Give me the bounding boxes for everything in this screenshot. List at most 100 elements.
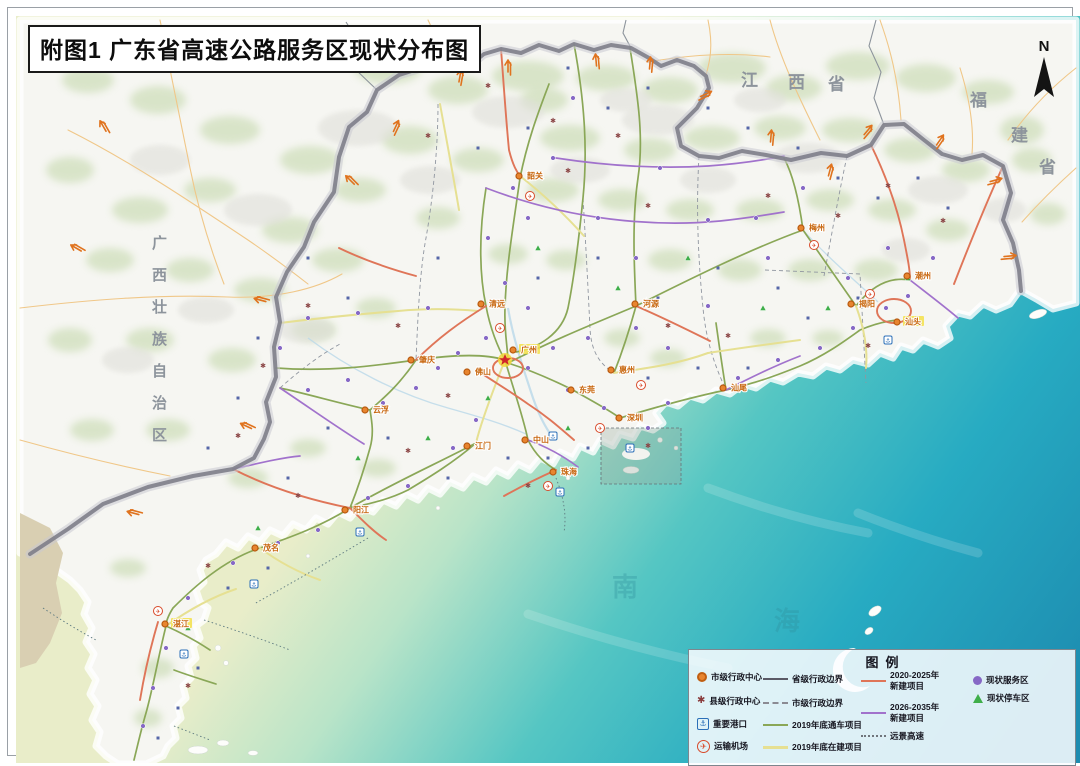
svg-text:东莞: 东莞 bbox=[579, 385, 595, 395]
svg-text:汕尾: 汕尾 bbox=[731, 383, 747, 393]
legend-title: 图例 bbox=[689, 652, 1075, 671]
svg-text:⚓: ⚓ bbox=[557, 490, 562, 497]
svg-text:区: 区 bbox=[152, 427, 167, 444]
svg-text:✱: ✱ bbox=[565, 167, 571, 175]
parking-area-icon bbox=[973, 694, 983, 703]
svg-text:✱: ✱ bbox=[645, 202, 651, 210]
legend-item-new-2020-2025: 2020-2025年 新建项目 bbox=[861, 670, 939, 692]
svg-text:海: 海 bbox=[774, 606, 800, 636]
map-frame: ✱✱✱✱✱✱✱✱✱✱✱✱✱✱✱✱✱✱✱✱✱✱✱✱✈✈✈✈✈✈✈✈⚓⚓⚓⚓⚓⚓⚓广… bbox=[7, 7, 1073, 756]
svg-text:✱: ✱ bbox=[485, 82, 491, 90]
svg-text:✱: ✱ bbox=[305, 302, 311, 310]
svg-text:广: 广 bbox=[152, 234, 167, 252]
svg-text:湛江: 湛江 bbox=[173, 619, 189, 629]
service-area-icon bbox=[973, 676, 982, 685]
svg-text:⚓: ⚓ bbox=[251, 582, 256, 589]
svg-text:茂名: 茂名 bbox=[263, 543, 279, 553]
svg-text:揭阳: 揭阳 bbox=[859, 299, 875, 309]
svg-text:肇庆: 肇庆 bbox=[418, 355, 435, 365]
legend-item-visionary-expressway: 远景高速 bbox=[861, 732, 924, 741]
svg-text:✱: ✱ bbox=[235, 432, 241, 440]
svg-text:✱: ✱ bbox=[885, 182, 891, 190]
svg-text:✱: ✱ bbox=[615, 132, 621, 140]
svg-text:✱: ✱ bbox=[260, 362, 266, 370]
svg-text:珠海: 珠海 bbox=[561, 467, 577, 477]
svg-text:江: 江 bbox=[741, 71, 758, 90]
svg-text:自: 自 bbox=[152, 362, 167, 380]
svg-text:建: 建 bbox=[1011, 125, 1028, 145]
svg-text:✱: ✱ bbox=[205, 562, 211, 570]
svg-text:✈: ✈ bbox=[597, 425, 602, 432]
svg-text:阳江: 阳江 bbox=[353, 505, 369, 515]
opened-2019-sample bbox=[763, 724, 788, 726]
svg-text:✱: ✱ bbox=[405, 447, 411, 455]
legend-item-city-center: 市级行政中心 bbox=[697, 672, 762, 682]
svg-text:✱: ✱ bbox=[865, 342, 871, 350]
legend: 图例 市级行政中心 ✱ 县级行政中心 ⚓ 重要港口 ✈ 运输机场 省级行政边界 … bbox=[688, 649, 1076, 766]
north-arrow-icon bbox=[1029, 55, 1059, 101]
svg-text:✱: ✱ bbox=[445, 392, 451, 400]
svg-text:⚓: ⚓ bbox=[627, 446, 632, 453]
svg-text:✈: ✈ bbox=[811, 242, 816, 249]
svg-text:江门: 江门 bbox=[475, 441, 491, 451]
svg-text:南: 南 bbox=[612, 572, 638, 602]
legend-item-port: ⚓ 重要港口 bbox=[697, 718, 747, 730]
svg-text:河源: 河源 bbox=[643, 299, 659, 309]
legend-item-city-boundary: 市级行政边界 bbox=[763, 699, 843, 708]
page-title: 附图1 广东省高速公路服务区现状分布图 bbox=[40, 37, 469, 63]
svg-text:广州: 广州 bbox=[521, 345, 537, 355]
new-2020-2025-sample bbox=[861, 680, 886, 682]
legend-item-county-center: ✱ 县级行政中心 bbox=[697, 696, 760, 706]
svg-text:✱: ✱ bbox=[550, 117, 556, 125]
legend-item-construction-2019: 2019年底在建项目 bbox=[763, 743, 862, 752]
svg-text:清远: 清远 bbox=[489, 299, 505, 309]
north-label: N bbox=[1024, 38, 1064, 55]
svg-text:✱: ✱ bbox=[295, 492, 301, 500]
svg-text:✈: ✈ bbox=[638, 382, 643, 389]
svg-text:✈: ✈ bbox=[497, 325, 502, 332]
svg-text:深圳: 深圳 bbox=[627, 413, 643, 423]
map-title-box: 附图1 广东省高速公路服务区现状分布图 bbox=[28, 25, 481, 73]
svg-text:✱: ✱ bbox=[665, 322, 671, 330]
provincial-boundary-sample bbox=[763, 678, 788, 680]
svg-text:✱: ✱ bbox=[645, 442, 651, 450]
svg-text:西: 西 bbox=[152, 267, 167, 284]
airport-icon: ✈ bbox=[697, 740, 710, 753]
svg-text:✱: ✱ bbox=[395, 322, 401, 330]
svg-text:⚓: ⚓ bbox=[357, 530, 362, 537]
city-center-icon bbox=[697, 672, 707, 682]
svg-text:云浮: 云浮 bbox=[373, 405, 389, 415]
capital-star bbox=[498, 353, 512, 367]
page: { "title": "附图1 广东省高速公路服务区现状分布图", "north… bbox=[0, 0, 1080, 763]
svg-text:✈: ✈ bbox=[527, 193, 532, 200]
svg-text:✱: ✱ bbox=[725, 332, 731, 340]
north-arrow: N bbox=[1024, 38, 1064, 106]
svg-text:族: 族 bbox=[152, 330, 168, 348]
svg-text:惠州: 惠州 bbox=[619, 365, 635, 375]
svg-text:中山: 中山 bbox=[533, 435, 549, 445]
city-boundary-sample bbox=[763, 702, 788, 704]
legend-item-service-area: 现状服务区 bbox=[973, 676, 1029, 685]
svg-text:汕头: 汕头 bbox=[905, 317, 921, 327]
svg-text:佛山: 佛山 bbox=[474, 367, 491, 377]
svg-text:✈: ✈ bbox=[155, 608, 160, 615]
svg-text:省: 省 bbox=[827, 74, 845, 94]
county-center-icon: ✱ bbox=[697, 696, 705, 706]
legend-item-parking-area: 现状停车区 bbox=[973, 694, 1030, 703]
svg-text:⚓: ⚓ bbox=[181, 652, 186, 659]
svg-text:✱: ✱ bbox=[525, 482, 531, 490]
svg-text:⚓: ⚓ bbox=[885, 338, 890, 345]
new-2026-2035-sample bbox=[861, 712, 886, 714]
svg-text:治: 治 bbox=[152, 394, 167, 412]
svg-text:✱: ✱ bbox=[765, 192, 771, 200]
svg-text:✱: ✱ bbox=[835, 212, 841, 220]
svg-text:✱: ✱ bbox=[940, 217, 946, 225]
svg-text:福: 福 bbox=[969, 90, 987, 110]
hongkong-region bbox=[601, 428, 681, 484]
svg-text:韶关: 韶关 bbox=[527, 171, 543, 181]
svg-text:⚓: ⚓ bbox=[550, 434, 555, 441]
svg-text:潮州: 潮州 bbox=[915, 271, 931, 281]
svg-text:壮: 壮 bbox=[152, 298, 167, 316]
legend-item-provincial-boundary: 省级行政边界 bbox=[763, 675, 843, 684]
svg-text:省: 省 bbox=[1038, 157, 1056, 177]
